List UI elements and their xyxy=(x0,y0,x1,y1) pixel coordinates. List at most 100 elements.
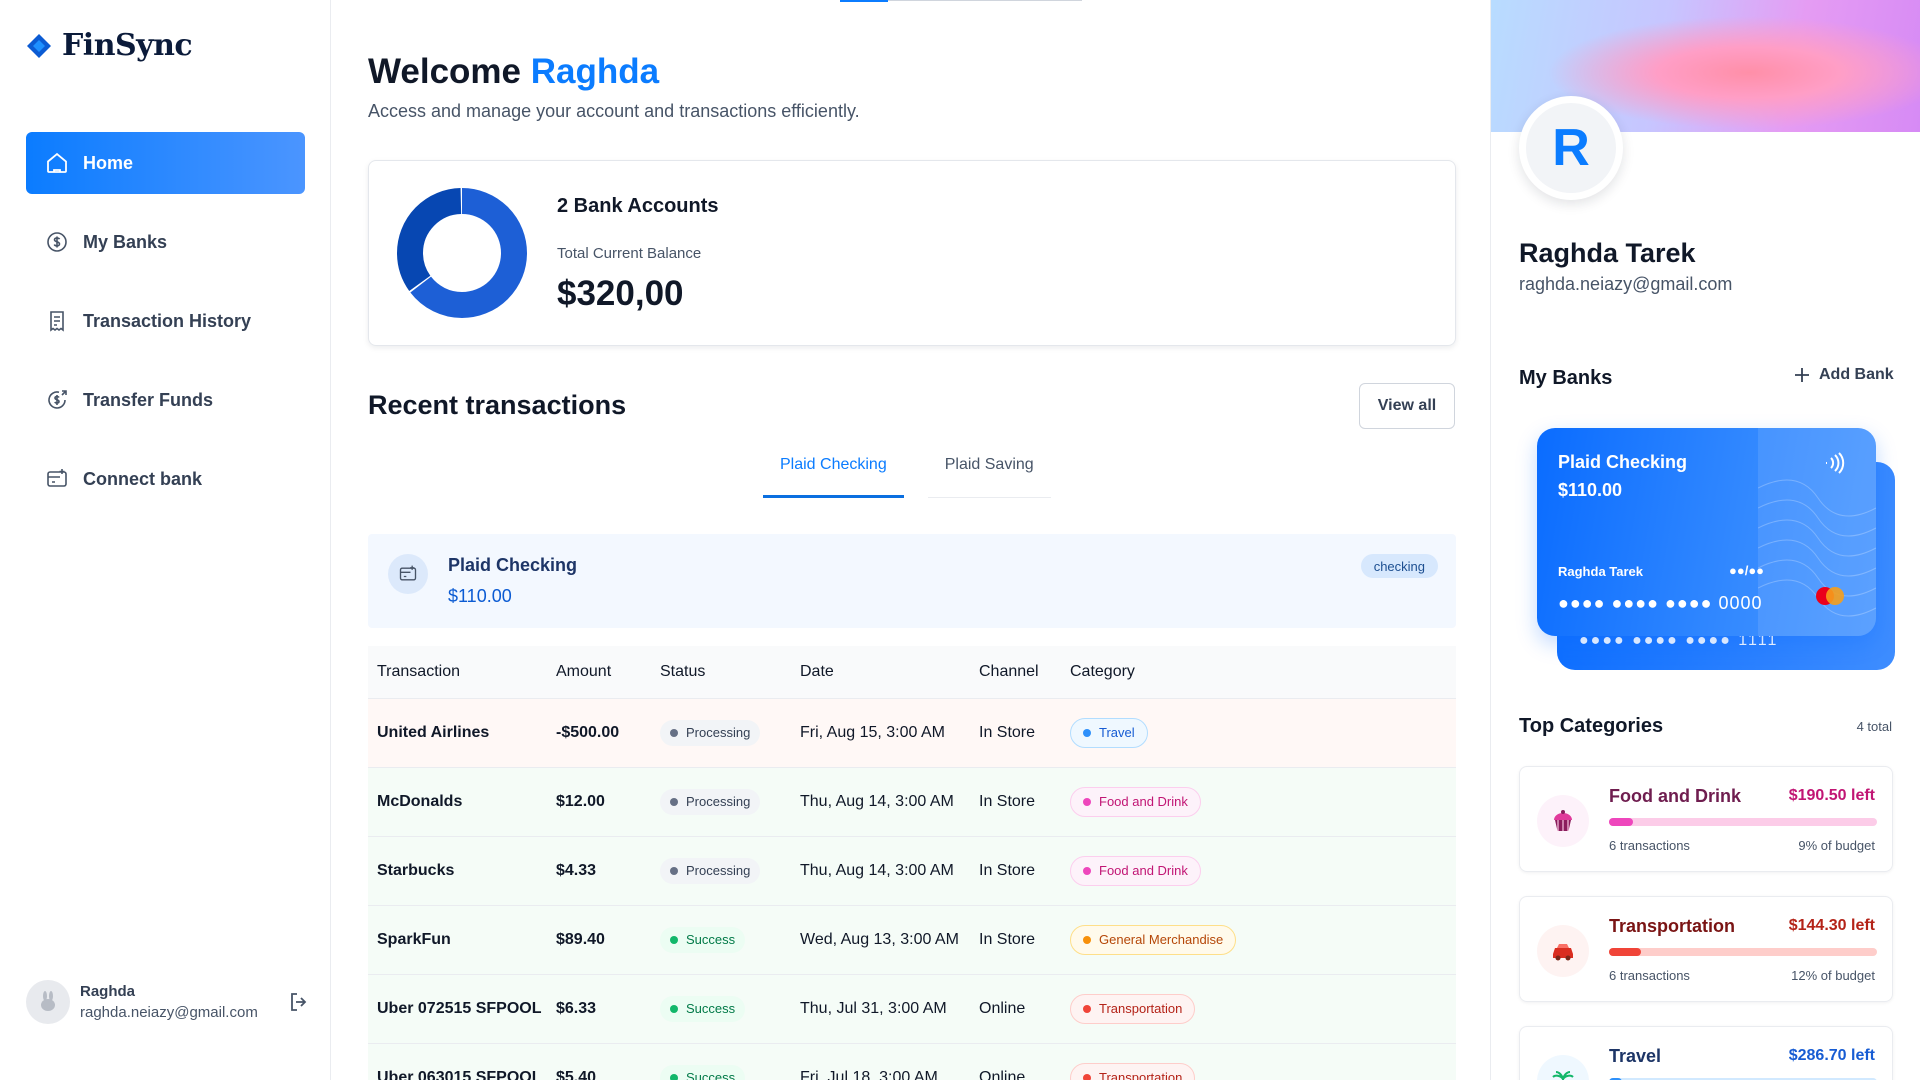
status-dot xyxy=(670,1004,678,1013)
transaction-category-cell: Transportation xyxy=(1061,974,1456,1044)
category-badge: Transportation xyxy=(1070,993,1196,1024)
page-subtitle: Access and manage your account and trans… xyxy=(368,101,860,121)
card-bank-name: Plaid Checking xyxy=(1558,452,1688,472)
avatar[interactable] xyxy=(26,980,70,1024)
transaction-name: Uber 072515 SFPOOL xyxy=(368,974,547,1044)
category-name: Travel xyxy=(1609,1046,1662,1066)
transaction-status-cell: Success xyxy=(651,1043,791,1080)
table-row[interactable]: United Airlines -$500.00 Processing Fri, Au… xyxy=(368,698,1456,768)
status-label: Processing xyxy=(686,725,751,740)
total-balance-label: Total Current Balance xyxy=(557,245,702,262)
total-balance-card: 2 Bank Accounts Total Current Balance $3… xyxy=(368,160,1456,346)
transactions-table: Transaction Amount Status Date Channel C… xyxy=(368,646,1456,1080)
mastercard-icon xyxy=(1816,587,1844,605)
transaction-date: Fri, Aug 15, 3:00 AM xyxy=(791,698,970,768)
bank-accounts-count: 2 Bank Accounts xyxy=(557,195,719,217)
sidebar-item-my-banks[interactable]: My Banks xyxy=(26,211,305,273)
category-progress-fill xyxy=(1609,818,1634,826)
transaction-date: Thu, Aug 14, 3:00 AM xyxy=(791,836,970,906)
transaction-category-cell: Food and Drink xyxy=(1061,836,1456,906)
transaction-channel: In Store xyxy=(970,905,1061,975)
column-header: Channel xyxy=(970,646,1061,699)
sidebar-user-email: raghda.neiazy@gmail.com xyxy=(80,1004,258,1021)
category-amount-left: $286.70 left xyxy=(1788,1047,1875,1064)
transaction-date: Thu, Jul 31, 3:00 AM xyxy=(791,974,970,1044)
transaction-status-cell: Processing xyxy=(651,836,791,906)
palm-tree-icon xyxy=(1537,1055,1589,1080)
scroll-track xyxy=(888,0,1082,1)
transaction-date: Fri, Jul 18, 3:00 AM xyxy=(791,1043,970,1080)
account-info-banner: Plaid Checking $110.00 checking xyxy=(368,534,1456,628)
status-dot xyxy=(670,728,678,737)
total-balance-value: $320,00 xyxy=(557,274,684,313)
transaction-name: SparkFun xyxy=(368,905,547,975)
transaction-category-cell: General Merchandise xyxy=(1061,905,1456,975)
card-add-icon xyxy=(399,565,417,581)
logout-icon[interactable] xyxy=(287,990,311,1014)
table-row[interactable]: SparkFun $89.40 Success Wed, Aug 13, 3:00 A… xyxy=(368,905,1456,975)
account-icon-wrap xyxy=(388,554,428,594)
category-dot xyxy=(1083,1004,1091,1013)
status-label: Success xyxy=(686,1070,736,1080)
category-card-transportation[interactable]: Transportation $144.30 left 6 transactio… xyxy=(1519,896,1893,1002)
cupcake-icon xyxy=(1537,795,1589,847)
transaction-date: Wed, Aug 13, 3:00 AM xyxy=(791,905,970,975)
sidebar-item-transfer-funds[interactable]: Transfer Funds xyxy=(26,369,305,431)
status-label: Processing xyxy=(686,794,751,809)
transaction-amount: -$500.00 xyxy=(547,698,651,768)
page-title: Welcome Raghda xyxy=(368,52,659,92)
view-all-button[interactable]: View all xyxy=(1359,383,1455,429)
transaction-channel: In Store xyxy=(970,767,1061,837)
category-transactions: 6 transactions xyxy=(1609,968,1690,983)
transaction-category-cell: Travel xyxy=(1061,698,1456,768)
transaction-status-cell: Processing xyxy=(651,698,791,768)
column-header: Status xyxy=(651,646,791,699)
transaction-category-cell: Transportation xyxy=(1061,1043,1456,1080)
status-dot xyxy=(670,866,678,875)
profile-avatar[interactable]: R xyxy=(1519,96,1623,200)
tab-plaid-saving[interactable]: Plaid Saving xyxy=(927,456,1051,498)
sidebar-user-name: Raghda xyxy=(80,983,136,1000)
account-type-badge: checking xyxy=(1360,554,1438,578)
category-name: Transportation xyxy=(1609,916,1736,936)
category-budget-percent: 9% of budget xyxy=(1798,838,1875,853)
table-row[interactable]: McDonalds $12.00 Processing Thu, Aug 14, 3:… xyxy=(368,767,1456,837)
logo[interactable]: FinSync xyxy=(26,28,193,63)
transaction-status-cell: Success xyxy=(651,905,791,975)
category-dot xyxy=(1083,797,1091,806)
category-budget-percent: 12% of budget xyxy=(1791,968,1875,983)
sidebar-item-home[interactable]: Home xyxy=(26,132,305,194)
table-header-row: Transaction Amount Status Date Channel C… xyxy=(368,646,1456,699)
table-row[interactable]: Uber 072515 SFPOOL $6.33 Success Thu, Jul 3… xyxy=(368,974,1456,1044)
transaction-channel: In Store xyxy=(970,836,1061,906)
status-badge: Processing xyxy=(660,788,761,815)
column-header: Amount xyxy=(547,646,651,699)
transaction-name: Uber 063015 SFPOOL xyxy=(368,1043,547,1080)
account-balance: $110.00 xyxy=(448,586,512,606)
profile-email: raghda.neiazy@gmail.com xyxy=(1519,274,1733,294)
category-card-travel[interactable]: Travel $286.70 left xyxy=(1519,1026,1893,1080)
tab-plaid-checking[interactable]: Plaid Checking xyxy=(763,456,904,498)
my-banks-title: My Banks xyxy=(1519,367,1613,389)
status-dot xyxy=(670,1073,678,1080)
table-row[interactable]: Uber 063015 SFPOOL $5.40 Success Fri, Jul 1… xyxy=(368,1043,1456,1080)
status-label: Processing xyxy=(686,863,751,878)
category-name: Food and Drink xyxy=(1609,786,1741,806)
transaction-amount: $5.40 xyxy=(547,1043,651,1080)
receipt-icon xyxy=(50,311,64,332)
table-row[interactable]: Starbucks $4.33 Processing Thu, Aug 14, 3:0… xyxy=(368,836,1456,906)
category-label: Transportation xyxy=(1099,1001,1183,1016)
transaction-name: Starbucks xyxy=(368,836,547,906)
category-card-food-and-drink[interactable]: Food and Drink $190.50 left 6 transactio… xyxy=(1519,766,1893,872)
category-badge: Transportation xyxy=(1070,1062,1196,1080)
car-icon xyxy=(1537,925,1589,977)
bank-card[interactable]: Plaid Checking $110.00 Raghda Tarek ●●/●… xyxy=(1537,428,1876,636)
add-bank-button[interactable]: Add Bank xyxy=(1793,366,1894,384)
status-badge: Success xyxy=(660,995,746,1022)
sidebar-item-label: My Banks xyxy=(83,231,168,252)
sidebar-item-transaction-history[interactable]: Transaction History xyxy=(26,290,305,352)
sidebar-user-info: Raghda raghda.neiazy@gmail.com xyxy=(80,983,277,1021)
sidebar-item-connect-bank[interactable]: Connect bank xyxy=(26,448,305,510)
status-badge: Processing xyxy=(660,719,761,746)
welcome-user-name: Raghda xyxy=(530,52,660,91)
